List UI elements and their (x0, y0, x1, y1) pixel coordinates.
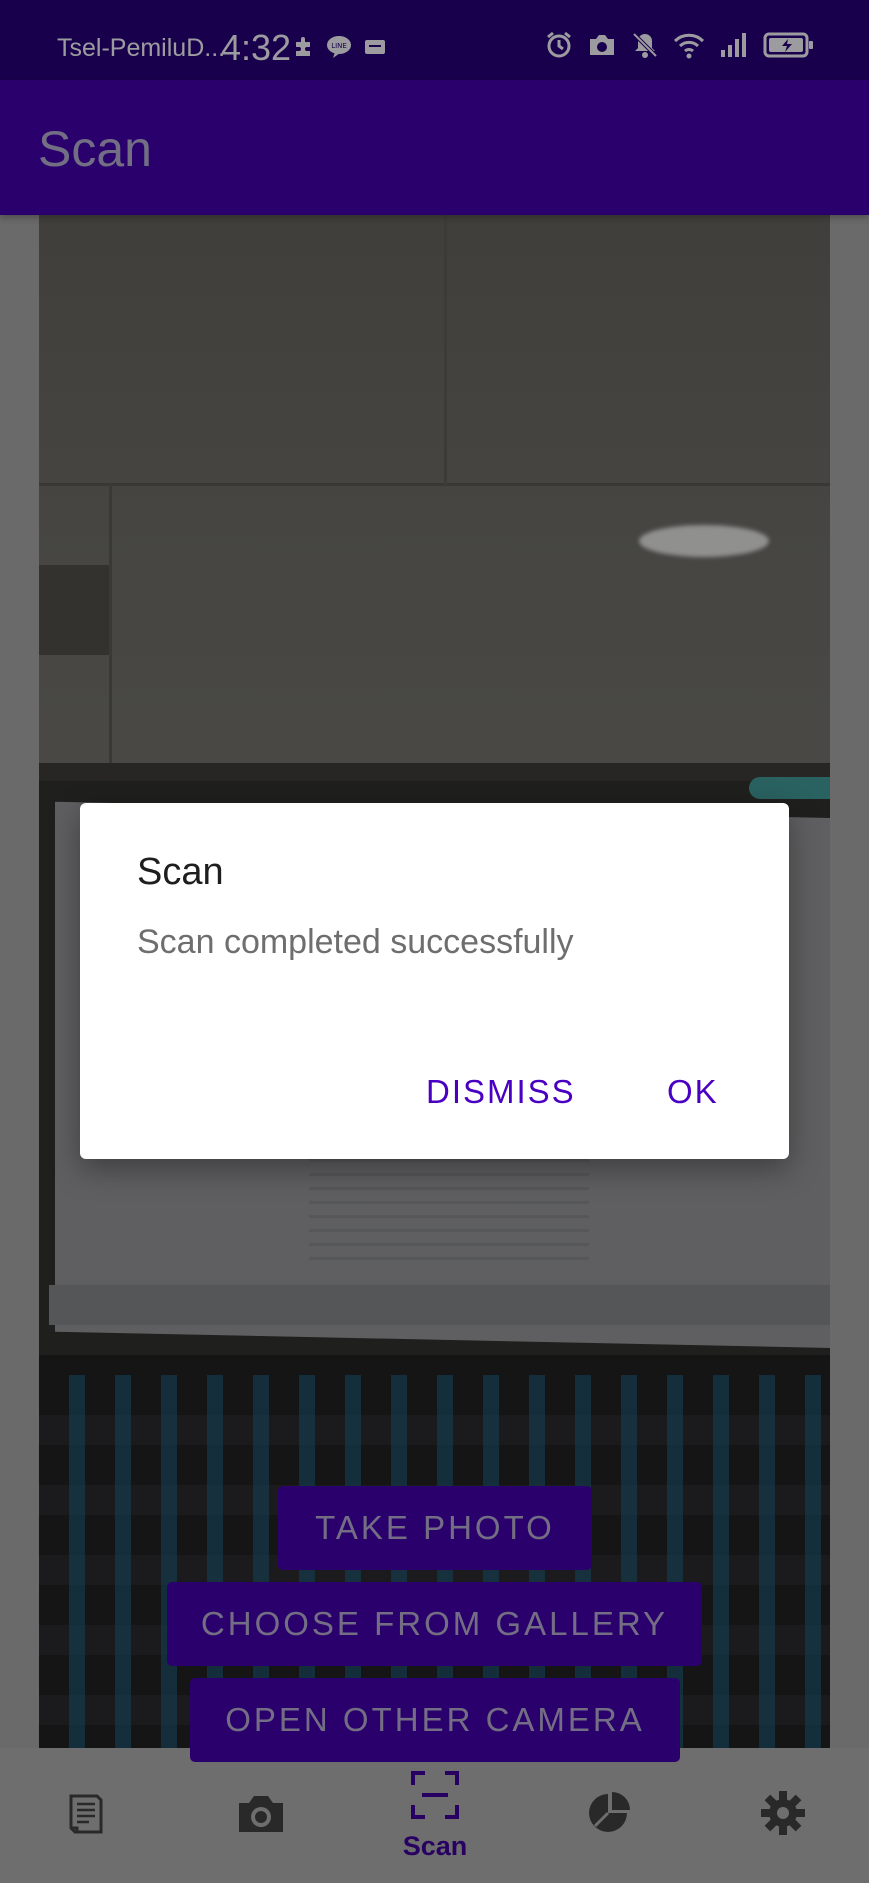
dialog-title: Scan (137, 851, 224, 893)
dialog-message: Scan completed successfully (137, 923, 574, 961)
dismiss-button[interactable]: DISMISS (426, 1073, 576, 1111)
scan-result-dialog: Scan Scan completed successfully DISMISS… (80, 803, 789, 1159)
ok-button[interactable]: OK (667, 1073, 719, 1111)
